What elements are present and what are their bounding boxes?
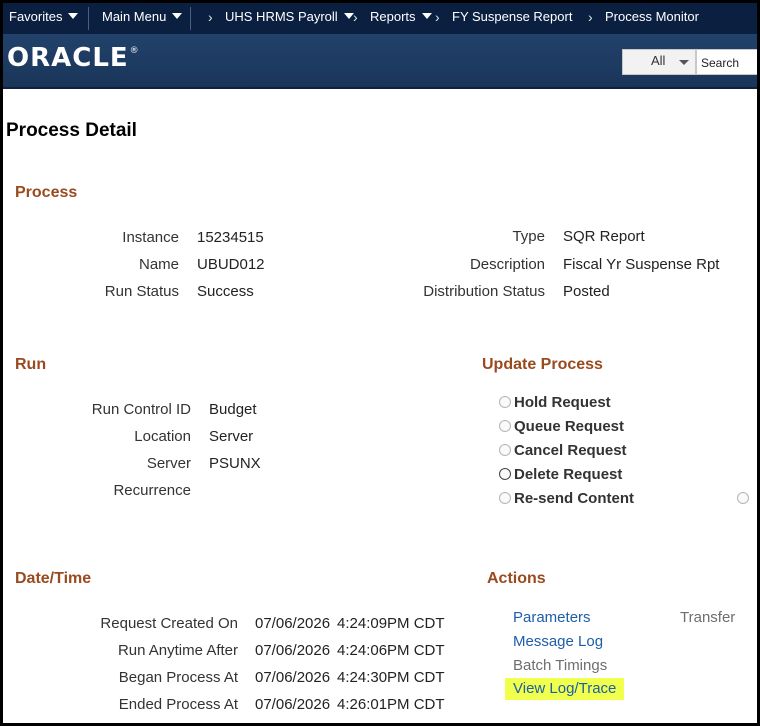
search-scope-value: All [651,53,666,68]
distribution-status-label: Distribution Status [423,283,545,300]
run-anytime-after-time: 4:24:06PM CDT [337,642,445,659]
view-log-trace-link[interactable]: View Log/Trace [505,678,625,700]
breadcrumb-reports[interactable]: Reports [370,3,432,34]
breadcrumb-label: FY Suspense Report [452,9,573,24]
name-label: Name [138,256,179,273]
request-created-on-date: 07/06/2026 [255,615,331,632]
delete-request-option[interactable]: Delete Request [499,466,622,483]
server-value: PSUNX [209,455,261,472]
search-input[interactable]: Search [696,49,757,75]
description-value: Fiscal Yr Suspense Rpt [563,256,720,273]
chevron-down-icon [172,13,183,19]
resend-content-option[interactable]: Re-send Content [499,490,634,507]
description-label: Description [469,256,545,273]
search-scope-select[interactable]: All [622,49,696,75]
chevron-down-icon [421,13,432,19]
run-anytime-after-label: Run Anytime After [117,642,238,659]
ended-process-at-time: 4:26:01PM CDT [337,696,445,713]
transfer-link: Transfer [680,609,736,626]
location-value: Server [209,428,254,445]
run-status-label: Run Status [104,283,179,300]
update-process-heading: Update Process [482,356,603,373]
app-frame: Favorites Main Menu › UHS HRMS Payroll ›… [0,0,760,726]
message-log-link[interactable]: Message Log [513,633,603,650]
request-created-on-label: Request Created On [100,615,238,632]
ended-process-at-label: Ended Process At [118,696,238,713]
nav-divider [190,7,191,30]
brand-banner: ORACLE® All Search [3,34,757,89]
chevron-right-icon: › [208,9,213,25]
chevron-right-icon: › [588,9,593,25]
favorites-menu[interactable]: Favorites [9,3,79,34]
radio-icon[interactable] [737,492,749,504]
server-label: Server [146,455,191,472]
chevron-down-icon [68,13,79,19]
nav-divider [88,7,89,30]
breadcrumb-process-monitor[interactable]: Process Monitor [605,3,699,34]
page-title: Process Detail [6,120,137,141]
run-anytime-after-date: 07/06/2026 [255,642,331,659]
breadcrumb-label: Process Monitor [605,9,699,24]
logo-text: ORACLE [7,43,129,73]
main-menu-label: Main Menu [102,9,167,24]
registered-mark: ® [129,46,140,56]
parameters-link[interactable]: Parameters [513,609,591,626]
datetime-heading: Date/Time [15,570,92,587]
instance-label: Instance [122,229,179,246]
distribution-status-value: Posted [563,283,610,300]
option-label: Hold Request [514,394,611,411]
type-label: Type [512,228,545,245]
chevron-right-icon: › [353,9,358,25]
type-value: SQR Report [563,228,645,245]
breadcrumb-fy-suspense-report[interactable]: FY Suspense Report [452,3,572,34]
began-process-at-date: 07/06/2026 [255,669,331,686]
option-label: Re-send Content [514,490,634,507]
recurrence-label: Recurrence [113,482,191,499]
began-process-at-time: 4:24:30PM CDT [337,669,445,686]
location-label: Location [134,428,191,445]
request-created-on-time: 4:24:09PM CDT [337,615,445,632]
actions-heading: Actions [487,570,546,587]
queue-request-option[interactable]: Queue Request [499,418,624,435]
radio-icon[interactable] [499,492,511,504]
began-process-at-label: Began Process At [118,669,238,686]
radio-icon[interactable] [499,444,511,456]
process-heading: Process [15,184,78,201]
main-menu[interactable]: Main Menu [102,3,183,34]
option-label: Cancel Request [514,442,627,459]
instance-value: 15234515 [197,229,264,246]
run-status-value: Success [197,283,254,300]
run-control-id-label: Run Control ID [91,401,191,418]
breadcrumb-label: UHS HRMS Payroll [225,9,338,24]
chevron-right-icon: › [435,9,440,25]
run-control-id-value: Budget [209,401,257,418]
batch-timings-link: Batch Timings [513,657,608,674]
chevron-down-icon [679,60,689,65]
breadcrumb-uhs-hrms-payroll[interactable]: UHS HRMS Payroll [225,3,354,34]
radio-icon[interactable] [499,420,511,432]
radio-icon[interactable] [499,396,511,408]
run-heading: Run [15,356,47,373]
breadcrumb-label: Reports [370,9,416,24]
oracle-logo: ORACLE® [7,43,140,73]
name-value: UBUD012 [197,256,265,273]
option-label: Delete Request [514,466,623,483]
ended-process-at-date: 07/06/2026 [255,696,331,713]
favorites-label: Favorites [9,9,63,24]
option-label: Queue Request [514,418,625,435]
hold-request-option[interactable]: Hold Request [499,394,611,411]
radio-icon[interactable] [499,468,511,480]
search-placeholder: Search [701,56,740,70]
top-nav: Favorites Main Menu › UHS HRMS Payroll ›… [3,3,757,34]
cancel-request-option[interactable]: Cancel Request [499,442,627,459]
